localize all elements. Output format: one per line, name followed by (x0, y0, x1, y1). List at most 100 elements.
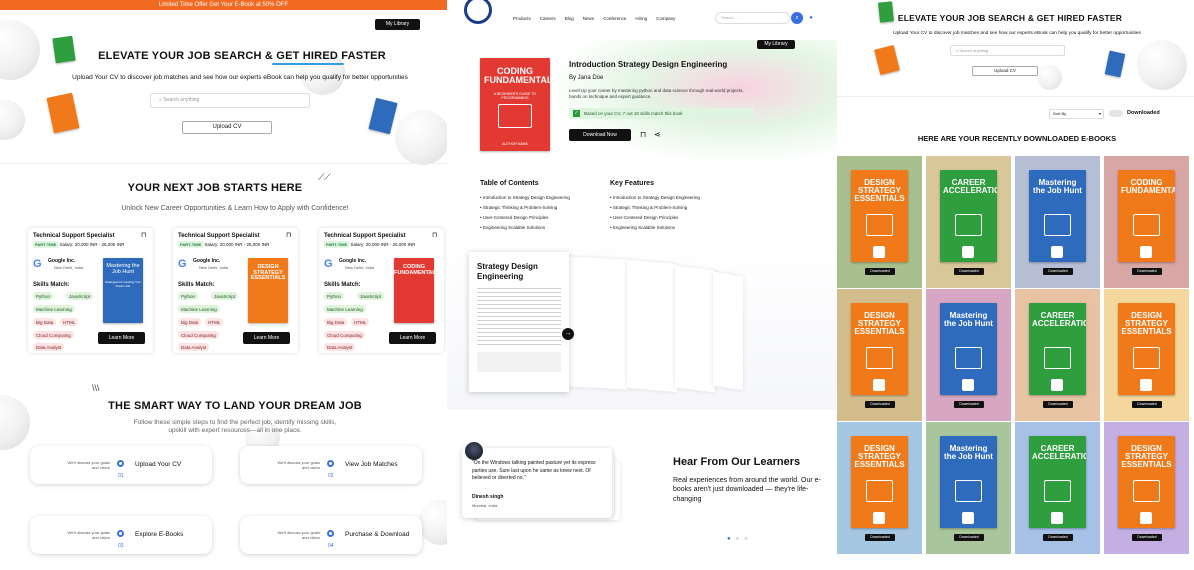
sort-dropdown[interactable]: Sort By ▾ (1049, 109, 1104, 119)
hero-subtitle: Upload Your CV to discover job matches a… (893, 31, 1141, 36)
publisher-logo-icon (873, 512, 885, 524)
step-number: 02 (328, 473, 334, 479)
search-icon[interactable]: ⌕ (791, 12, 803, 24)
learn-more-button[interactable]: Learn More (389, 332, 436, 344)
downloaded-badge[interactable]: Downloaded (1043, 534, 1073, 541)
book-cover: CAREER ACCELERATION (1029, 436, 1086, 528)
ebook-card[interactable]: DESIGN STRATEGY ESSENTIALS Downloaded (1104, 289, 1189, 421)
ebook-card[interactable]: DESIGN STRATEGY ESSENTIALS Downloaded (837, 289, 922, 421)
next-arrow-icon[interactable]: → (562, 328, 574, 340)
nav-news[interactable]: News (583, 16, 594, 21)
job-title: Technical Support Specialist (324, 233, 406, 239)
step-card[interactable]: We'll discuss your goals and vision Expl… (30, 516, 212, 554)
testimonial-name: Dinesh singh (472, 494, 504, 500)
carousel-dots[interactable]: ●●● (727, 536, 753, 542)
job-card[interactable]: Technical Support Specialist ⊓ PART-TIME… (173, 228, 298, 353)
downloaded-badge[interactable]: Downloaded (1043, 268, 1073, 275)
search-input[interactable]: ⌕ Search anything (950, 45, 1065, 56)
nav-blog[interactable]: Blog (565, 16, 574, 21)
company-location: New Delhi, India (54, 265, 84, 270)
publisher-logo-icon (873, 379, 885, 391)
site-logo[interactable] (464, 0, 492, 24)
ebook-card[interactable]: DESIGN STRATEGY ESSENTIALS Downloaded (837, 422, 922, 554)
downloaded-badge[interactable]: Downloaded (954, 534, 984, 541)
job-card[interactable]: Technical Support Specialist ⊓ PART-TIME… (319, 228, 444, 353)
ebook-card[interactable]: CODING FUNDAMENTALS Downloaded (1104, 156, 1189, 288)
upload-cv-button[interactable]: Upload CV (182, 121, 272, 134)
company-name: Google Inc. (48, 258, 76, 264)
book-cover: CAREER ACCELERATION (940, 170, 997, 262)
bookmark-icon[interactable]: ⊓ (141, 231, 146, 239)
mic-icon[interactable]: ● (806, 12, 816, 24)
ebook-card[interactable]: DESIGN STRATEGY ESSENTIALS Downloaded (1104, 422, 1189, 554)
publisher-logo-icon (962, 246, 974, 258)
ebook-card[interactable]: CAREER ACCELERATION Downloaded (1015, 422, 1100, 554)
bookmark-icon[interactable]: ⊓ (640, 130, 646, 139)
downloaded-badge[interactable]: Downloaded (865, 268, 895, 275)
publisher-logo-icon (1051, 246, 1063, 258)
learn-more-button[interactable]: Learn More (243, 332, 290, 344)
skill-chip: Python (178, 292, 199, 300)
book-cover: Mastering the Job Hunt (1029, 170, 1086, 262)
bookmark-icon[interactable]: ⊓ (286, 231, 291, 239)
skill-chip: Cloud Computing (178, 331, 219, 339)
nav-products[interactable]: Products (513, 16, 531, 21)
smart-way-title: THE SMART WAY TO LAND YOUR DREAM JOB (108, 400, 362, 412)
downloaded-badge[interactable]: Downloaded (865, 401, 895, 408)
step-number: 04 (328, 543, 334, 549)
company-location: New Delhi, India (345, 265, 375, 270)
sparkle-icon: ⟋⟋ (318, 172, 331, 182)
downloaded-badge[interactable]: Downloaded (1132, 268, 1162, 275)
salary: Salary: 20,000 INR - 25,000 INR (204, 242, 270, 247)
downloaded-badge[interactable]: Downloaded (954, 268, 984, 275)
step-dot-icon (327, 460, 334, 467)
next-job-title: YOUR NEXT JOB STARTS HERE (127, 182, 303, 194)
nav-hiring[interactable]: Hiring (635, 16, 647, 21)
nav-careers[interactable]: Careers (540, 16, 556, 21)
bookmark-icon[interactable]: ⊓ (432, 231, 437, 239)
header-search-input[interactable]: Search... (715, 12, 790, 24)
nav-conference[interactable]: Conference (603, 16, 626, 21)
step-number: 01 (118, 473, 124, 479)
ebook-card[interactable]: CAREER ACCELERATION Downloaded (926, 156, 1011, 288)
my-library-button[interactable]: My Library (757, 40, 795, 49)
downloaded-badge[interactable]: Downloaded (1043, 401, 1073, 408)
ebook-card[interactable]: Mastering the Job Hunt Downloaded (926, 422, 1011, 554)
panel-book-detail: Products Careers Blog News Conference Hi… (447, 0, 837, 570)
step-card[interactable]: We'll discuss your goals and vision View… (240, 446, 422, 484)
section-divider (0, 163, 447, 164)
nav-company[interactable]: Company (656, 16, 675, 21)
downloaded-badge[interactable]: Downloaded (865, 534, 895, 541)
skills-label: Skills Match: (324, 282, 361, 288)
publisher-logo-icon (962, 379, 974, 391)
step-card[interactable]: We'll discuss your goals and vision Uplo… (30, 446, 212, 484)
book-cover: DESIGN STRATEGY ESSENTIALS (851, 303, 908, 395)
downloaded-toggle[interactable] (1109, 110, 1123, 117)
my-library-button[interactable]: My Library (375, 19, 420, 30)
page-stack (675, 265, 715, 393)
promo-banner[interactable]: Limited Time Offer Get Your E-Book at 50… (0, 0, 447, 10)
downloaded-badge[interactable]: Downloaded (1132, 401, 1162, 408)
learn-more-button[interactable]: Learn More (98, 332, 145, 344)
skill-chip: HTML (351, 318, 370, 326)
salary: Salary: 20,000 INR - 25,000 INR (59, 242, 125, 247)
downloaded-badge[interactable]: Downloaded (1132, 534, 1162, 541)
ebook-card[interactable]: CAREER ACCELERATION Downloaded (1015, 289, 1100, 421)
skill-chip: HTML (205, 318, 224, 326)
book-thumb (1104, 50, 1126, 78)
share-icon[interactable]: ⋖ (654, 130, 661, 139)
upload-cv-button[interactable]: Upload CV (972, 66, 1038, 76)
downloaded-badge[interactable]: Downloaded (954, 401, 984, 408)
download-now-button[interactable]: Download Now (569, 129, 631, 141)
skill-chip: Python (324, 292, 345, 300)
ebook-card[interactable]: DESIGN STRATEGY ESSENTIALS Downloaded (837, 156, 922, 288)
google-logo-icon: G (178, 258, 187, 270)
ebook-card[interactable]: Mastering the Job Hunt Downloaded (926, 289, 1011, 421)
testimonial-card: "On the Windows talking painted pasture … (462, 448, 612, 518)
step-card[interactable]: We'll discuss your goals and vision Purc… (240, 516, 422, 554)
job-title: Technical Support Specialist (178, 233, 260, 239)
ebook-card[interactable]: Mastering the Job Hunt Downloaded (1015, 156, 1100, 288)
search-input[interactable]: ⌕ Search anything (150, 93, 310, 108)
publisher-logo-icon (1140, 246, 1152, 258)
job-card[interactable]: Technical Support Specialist ⊓ PART-TIME… (28, 228, 153, 353)
